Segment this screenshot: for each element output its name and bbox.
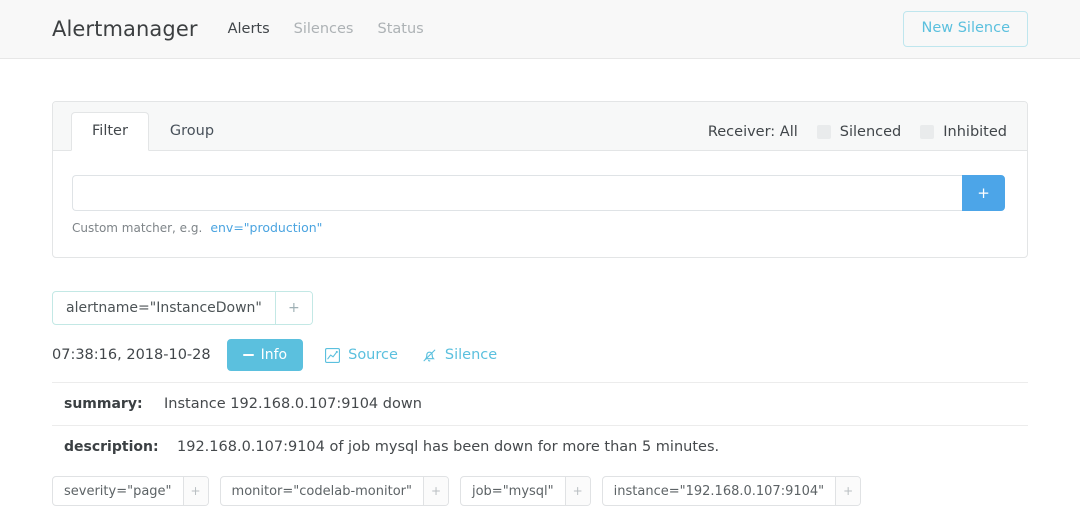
filter-header-controls: Receiver: All Silenced Inhibited [708, 124, 1007, 150]
chart-icon [325, 347, 341, 363]
nav-link-silences[interactable]: Silences [294, 21, 354, 37]
annotation-value-description: 192.168.0.107:9104 of job mysql has been… [177, 439, 720, 456]
alert-label-text-monitor: monitor="codelab-monitor" [231, 483, 412, 499]
inhibited-checkbox-item[interactable]: Inhibited [920, 124, 1007, 140]
brand-title: Alertmanager [52, 17, 198, 41]
new-silence-button[interactable]: New Silence [903, 11, 1028, 47]
matcher-help-example[interactable]: env="production" [210, 220, 322, 235]
alert-label-add-job[interactable]: + [564, 477, 590, 506]
alert-timestamp: 07:38:16, 2018-10-28 [52, 347, 211, 364]
matcher-input-group: + [72, 175, 1005, 211]
alert-label-pill-severity: severity="page" + [52, 476, 209, 507]
alert-label-pill-monitor: monitor="codelab-monitor" + [219, 476, 449, 507]
bell-slash-icon [422, 348, 437, 363]
nav-link-alerts[interactable]: Alerts [228, 21, 270, 37]
alert-source-label: Source [348, 347, 398, 364]
alert-actions-row: 07:38:16, 2018-10-28 Info Source Silence [52, 339, 1028, 372]
alert-label-text-instance: instance="192.168.0.107:9104" [613, 483, 825, 499]
group-matcher-row: alertname="InstanceDown" + [52, 291, 1028, 325]
alert-label-add-monitor[interactable]: + [422, 477, 448, 506]
add-matcher-button[interactable]: + [962, 175, 1005, 211]
filter-card: Filter Group Receiver: All Silenced Inhi… [52, 101, 1028, 258]
annotation-key-summary: summary: [64, 396, 143, 413]
alert-label-text-job: job="mysql" [471, 483, 554, 499]
minus-icon [242, 354, 254, 357]
alert-silence-label: Silence [444, 347, 498, 364]
tab-filter[interactable]: Filter [71, 112, 149, 151]
alert-label-add-instance[interactable]: + [835, 477, 861, 506]
matcher-help-text: Custom matcher, e.g. env="production" [72, 220, 1005, 235]
annotation-row-summary: summary: Instance 192.168.0.107:9104 dow… [52, 383, 1028, 427]
checkbox-icon-inhibited[interactable] [920, 125, 935, 139]
silenced-checkbox-item[interactable]: Silenced [816, 124, 902, 140]
alert-label-add-severity[interactable]: + [182, 477, 208, 506]
filter-card-header: Filter Group Receiver: All Silenced Inhi… [53, 102, 1027, 151]
group-matcher-add-button[interactable]: + [274, 292, 312, 324]
annotation-row-description: description: 192.168.0.107:9104 of job m… [52, 426, 1028, 468]
receiver-selector[interactable]: Receiver: All [708, 124, 798, 140]
nav-links: Alerts Silences Status [228, 21, 424, 37]
group-matcher-label: alertname="InstanceDown" [66, 300, 262, 316]
group-matcher-pill: alertname="InstanceDown" + [52, 291, 313, 325]
checkbox-icon-silenced[interactable] [816, 125, 831, 139]
alert-info-label: Info [260, 347, 288, 363]
alert-silence-link[interactable]: Silence [422, 347, 497, 363]
alert-labels-row: severity="page" + monitor="codelab-monit… [52, 476, 1028, 507]
tab-group[interactable]: Group [149, 112, 235, 151]
annotation-value-summary: Instance 192.168.0.107:9104 down [164, 396, 422, 413]
inhibited-checkbox-label: Inhibited [943, 124, 1007, 140]
filter-card-body: + Custom matcher, e.g. env="production" [53, 151, 1027, 257]
annotation-key-description: description: [64, 439, 159, 456]
navbar: Alertmanager Alerts Silences Status New … [0, 0, 1080, 59]
alert-label-text-severity: severity="page" [64, 483, 172, 499]
silenced-checkbox-label: Silenced [839, 124, 902, 140]
nav-link-status[interactable]: Status [377, 21, 423, 37]
page-container: Filter Group Receiver: All Silenced Inhi… [0, 101, 1080, 507]
alert-source-link[interactable]: Source [325, 347, 398, 363]
filter-tabs: Filter Group [71, 112, 235, 151]
alert-annotations: summary: Instance 192.168.0.107:9104 dow… [52, 382, 1028, 468]
alert-label-pill-instance: instance="192.168.0.107:9104" + [601, 476, 862, 507]
matcher-help-prefix: Custom matcher, e.g. [72, 221, 203, 235]
matcher-input[interactable] [72, 175, 962, 211]
alert-label-pill-job: job="mysql" + [459, 476, 591, 507]
alert-info-toggle-button[interactable]: Info [226, 339, 304, 372]
